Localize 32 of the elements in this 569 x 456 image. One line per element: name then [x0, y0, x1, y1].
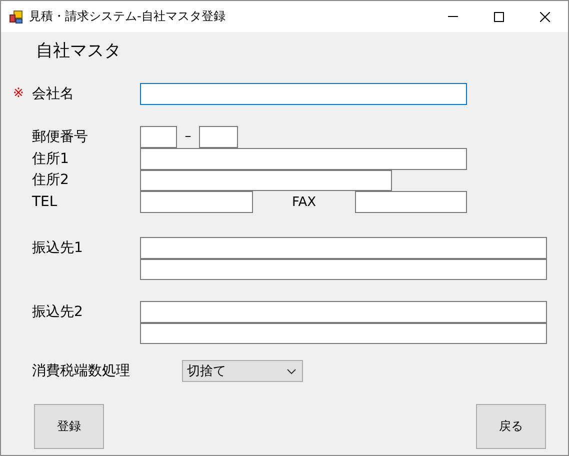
required-mark: ※ — [13, 85, 25, 103]
input-field[interactable] — [140, 83, 467, 105]
separator-text: – — [184, 128, 192, 146]
input-field[interactable] — [140, 126, 177, 148]
field-label: 会社名 — [32, 85, 75, 104]
input-field[interactable] — [140, 259, 547, 280]
field-label: FAX — [290, 194, 318, 212]
input-field[interactable] — [140, 301, 547, 323]
app-icon — [9, 10, 23, 24]
back-button[interactable]: 戻る — [476, 404, 546, 449]
input-field[interactable] — [140, 323, 547, 344]
form-heading: 自社マスタ — [36, 40, 121, 62]
field-label: 郵便番号 — [32, 128, 89, 147]
input-field[interactable] — [355, 191, 467, 213]
input-field[interactable] — [140, 148, 467, 170]
minimize-icon — [448, 16, 458, 17]
field-label: 振込先1 — [32, 239, 84, 258]
input-field[interactable] — [199, 126, 238, 148]
input-field[interactable] — [140, 191, 253, 213]
field-label: 住所2 — [32, 171, 70, 190]
register-button[interactable]: 登録 — [34, 404, 104, 449]
window-title: 見積・請求システム-自社マスタ登録 — [29, 8, 226, 25]
field-label: 住所1 — [32, 150, 70, 169]
field-label: 消費税端数処理 — [32, 362, 131, 381]
chevron-down-icon — [287, 368, 296, 374]
rounding-dropdown[interactable]: 切捨て — [182, 360, 303, 382]
input-field[interactable] — [140, 237, 547, 259]
maximize-icon — [494, 12, 504, 22]
input-field[interactable] — [140, 170, 392, 191]
close-icon — [540, 12, 550, 22]
field-label: TEL — [32, 193, 58, 212]
field-label: 振込先2 — [32, 303, 84, 322]
